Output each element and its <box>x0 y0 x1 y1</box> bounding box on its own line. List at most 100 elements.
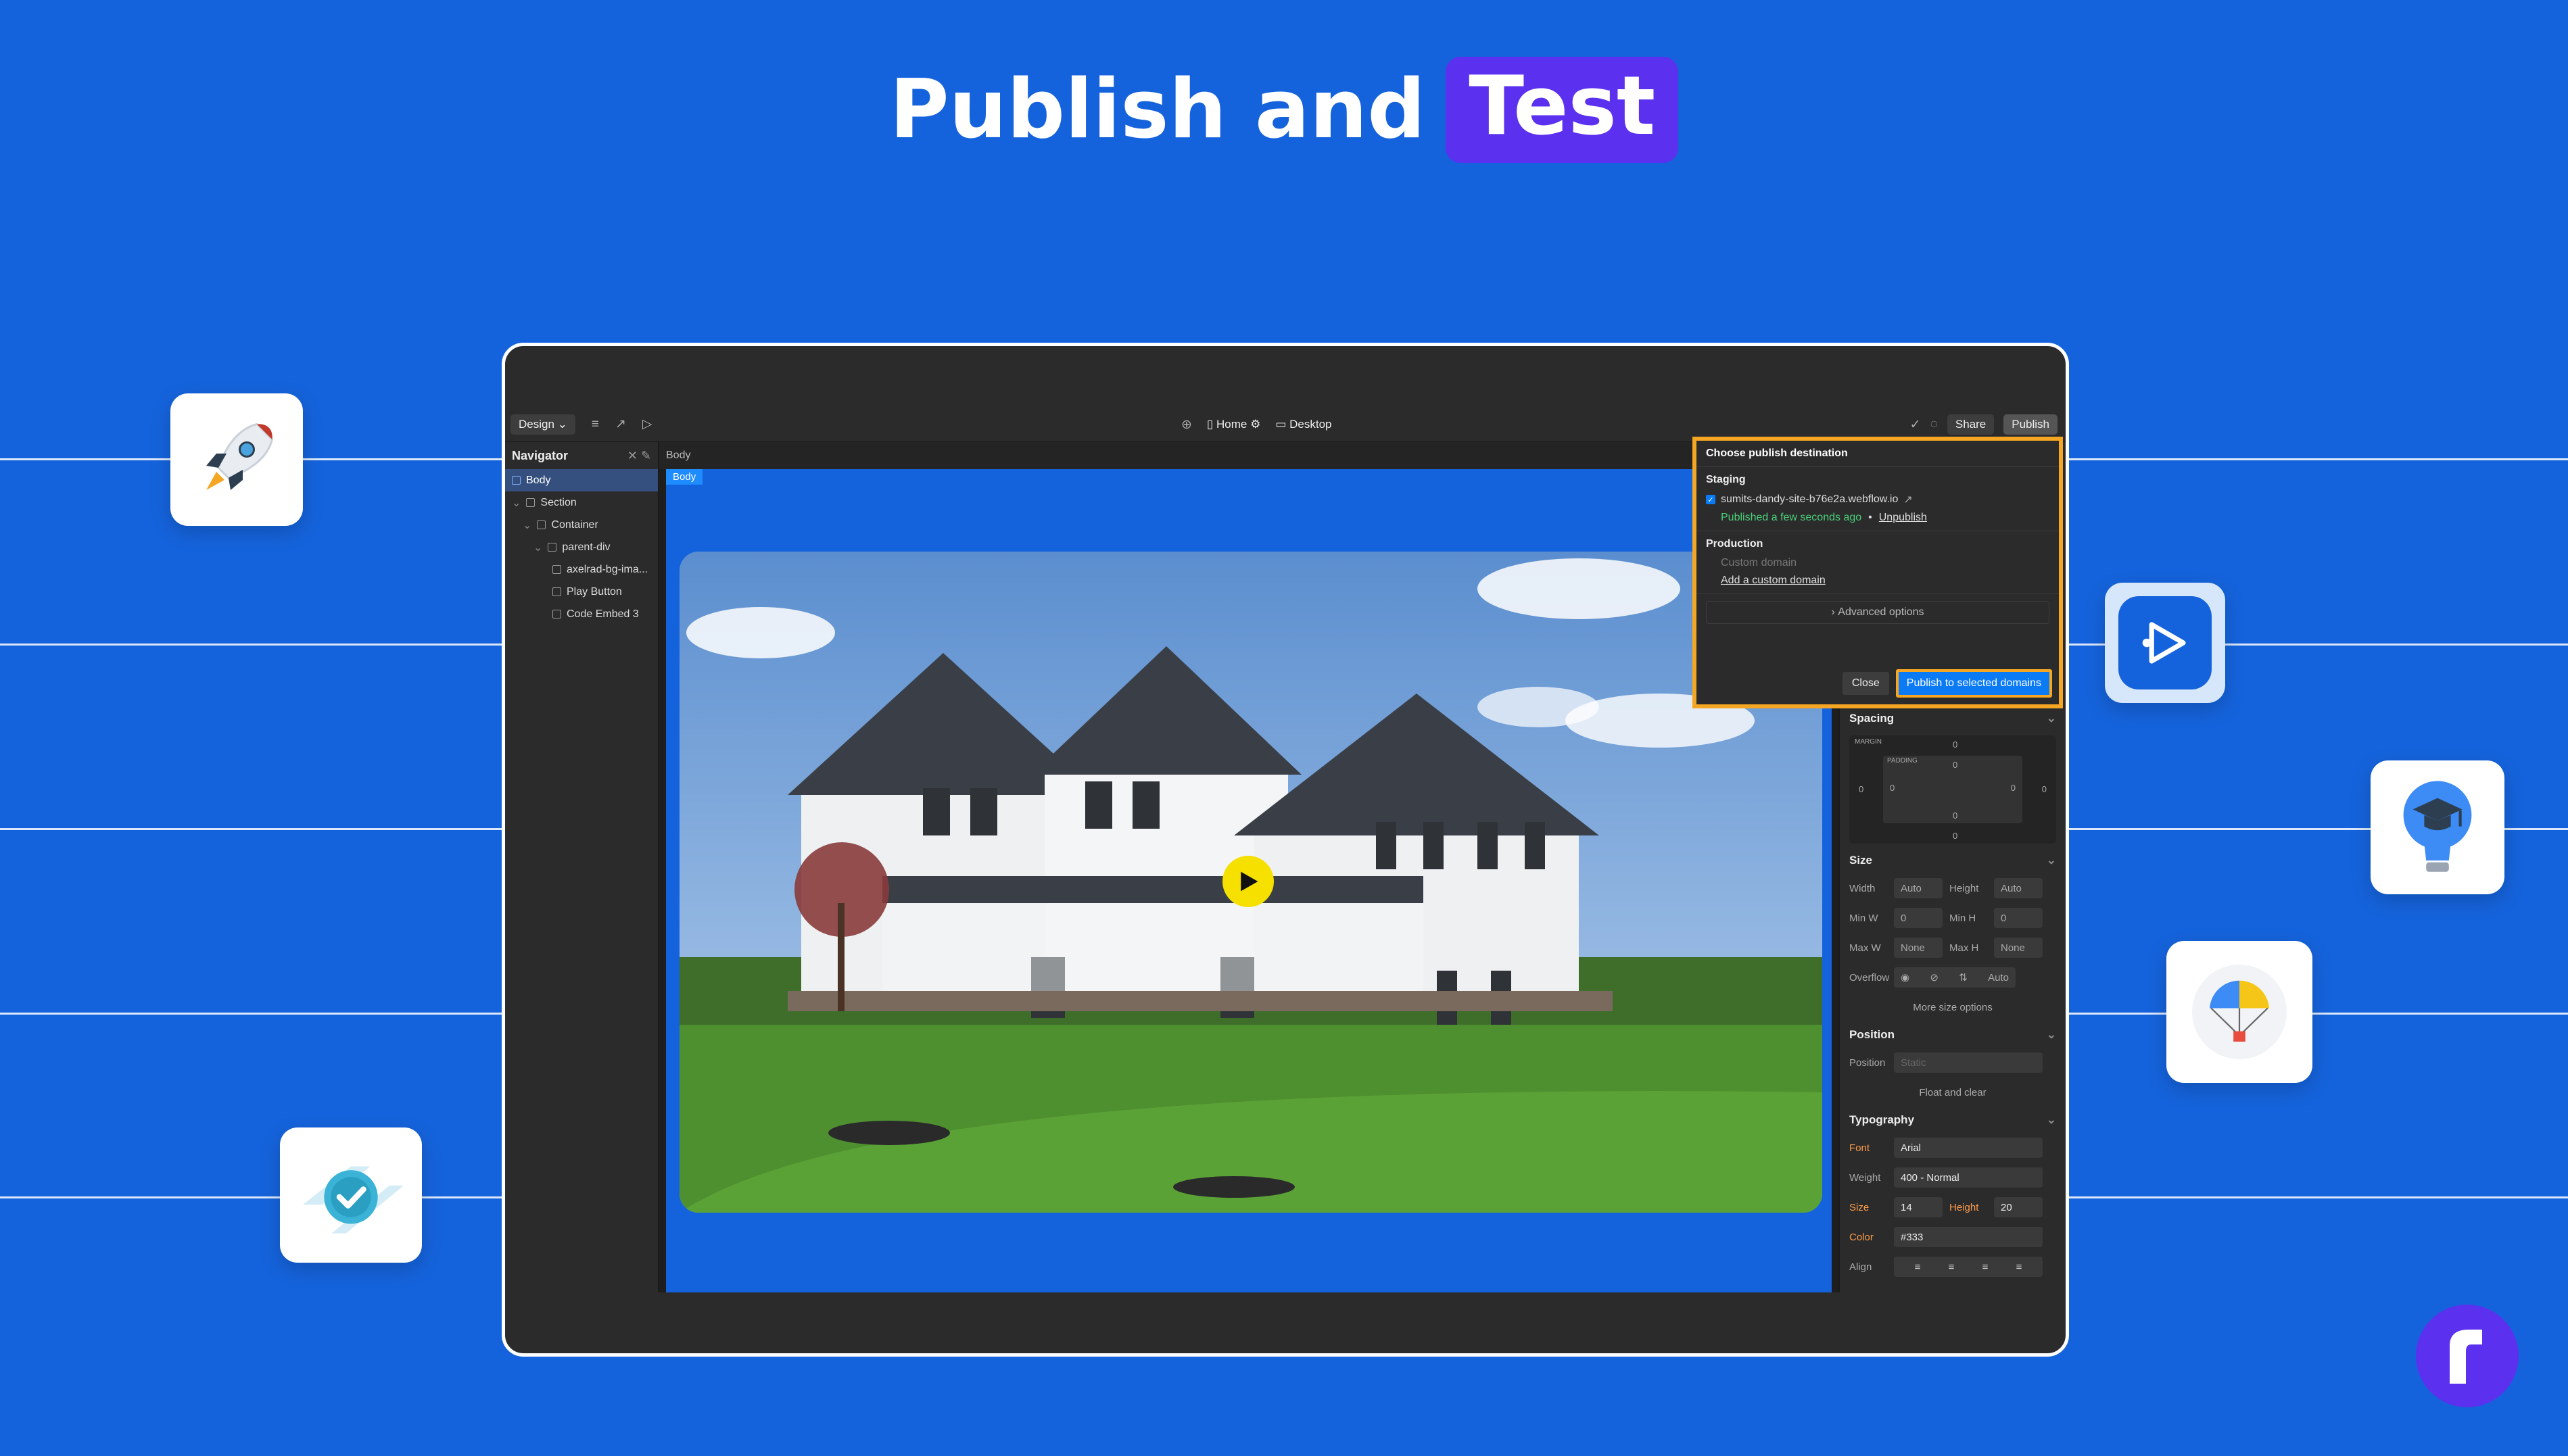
nav-item-parent-div[interactable]: ⌄ parent-div <box>505 536 658 558</box>
position-select[interactable]: Static <box>1894 1052 2043 1073</box>
size-lineheight-row: Size 14 Height 20 <box>1840 1192 2066 1222</box>
hero-house-image[interactable] <box>680 552 1822 1213</box>
spacing-title: Spacing <box>1849 712 1895 725</box>
publish-button[interactable]: Publish <box>2003 414 2058 435</box>
position-title: Position <box>1849 1028 1895 1041</box>
width-input[interactable]: Auto <box>1894 878 1943 898</box>
margin-bottom-value[interactable]: 0 <box>1953 831 1957 841</box>
decor-line <box>0 1013 502 1015</box>
popover-actions: Close Publish to selected domains <box>1842 669 2052 698</box>
external-link-icon[interactable]: ↗ <box>1903 493 1912 506</box>
min-w-input[interactable]: 0 <box>1894 908 1943 928</box>
height-input[interactable]: Auto <box>1994 878 2043 898</box>
nav-item-play-button[interactable]: Play Button <box>505 581 658 603</box>
margin-right-value[interactable]: 0 <box>2042 784 2047 794</box>
chevron-down-icon[interactable]: ⌄ <box>512 496 521 510</box>
padding-top-value[interactable]: 0 <box>1953 760 1957 770</box>
chevron-down-icon[interactable]: ⌄ <box>523 518 531 532</box>
popover-title: Choose publish destination <box>1696 441 2059 467</box>
breadcrumb-body[interactable]: Body <box>666 450 690 462</box>
line-height-input[interactable]: 20 <box>1994 1197 2043 1217</box>
typography-section-title[interactable]: Typography ⌄ <box>1840 1107 2066 1133</box>
width-height-row: Width Auto Height Auto <box>1840 873 2066 903</box>
add-domain-link[interactable]: Add a custom domain <box>1721 575 2049 587</box>
max-h-input[interactable]: None <box>1994 938 2043 958</box>
advanced-label: Advanced options <box>1838 606 1924 618</box>
weight-select[interactable]: 400 - Normal <box>1894 1167 2043 1188</box>
font-size-input[interactable]: 14 <box>1894 1197 1943 1217</box>
scroll-icon[interactable]: ⇅ <box>1959 971 1968 984</box>
globe-icon[interactable]: ⊕ <box>1181 417 1192 433</box>
align-justify-icon[interactable]: ≡ <box>2016 1261 2022 1273</box>
unpublish-link[interactable]: Unpublish <box>1879 512 1927 524</box>
navigator-actions[interactable]: ✕ ✎ <box>627 449 651 463</box>
publish-to-domains-button[interactable]: Publish to selected domains <box>1895 669 2052 698</box>
decor-line <box>2069 458 2568 460</box>
font-size-label: Size <box>1849 1201 1870 1213</box>
rocket-icon <box>206 422 274 490</box>
min-h-input[interactable]: 0 <box>1994 908 2043 928</box>
page-canvas[interactable]: Body <box>666 469 1832 1292</box>
spacing-section-title[interactable]: Spacing ⌄ <box>1840 706 2066 731</box>
share-button[interactable]: Share <box>1947 414 1995 435</box>
more-size-options[interactable]: More size options <box>1840 992 2066 1022</box>
max-w-input[interactable]: None <box>1894 938 1943 958</box>
align-toggle[interactable]: ≡ ≡ ≡ ≡ <box>1894 1257 2043 1277</box>
nav-item-code-embed[interactable]: Code Embed 3 <box>505 603 658 625</box>
preview-play-icon[interactable]: ▷ <box>642 416 652 432</box>
padding-bottom-value[interactable]: 0 <box>1953 810 1957 821</box>
position-section-title[interactable]: Position ⌄ <box>1840 1022 2066 1048</box>
margin-left-value[interactable]: 0 <box>1859 784 1863 794</box>
box-icon <box>512 476 521 485</box>
nav-item-container[interactable]: ⌄ Container <box>505 514 658 536</box>
overflow-auto[interactable]: Auto <box>1988 972 2009 984</box>
overflow-toggle[interactable]: ◉ ⊘ ⇅ Auto <box>1894 967 2016 988</box>
height-label: Height <box>1949 882 1979 894</box>
align-center-icon[interactable]: ≡ <box>1949 1261 1955 1273</box>
nav-item-label: parent-div <box>562 541 611 553</box>
chevron-down-icon[interactable]: ⌄ <box>533 541 542 554</box>
width-label: Width <box>1849 882 1876 894</box>
design-mode-button[interactable]: Design ⌄ <box>510 414 575 435</box>
margin-top-value[interactable]: 0 <box>1953 739 1957 750</box>
hidden-icon[interactable]: ⊘ <box>1930 971 1939 984</box>
padding-right-value[interactable]: 0 <box>2011 783 2016 793</box>
check-icon[interactable]: ✓ <box>1910 417 1921 433</box>
float-clear-button[interactable]: Float and clear <box>1840 1077 2066 1107</box>
align-right-icon[interactable]: ≡ <box>1982 1261 1989 1273</box>
production-label: Production <box>1706 538 1763 550</box>
play-button-icon[interactable] <box>1222 856 1274 907</box>
padding-left-value[interactable]: 0 <box>1890 783 1895 793</box>
production-section: Production Custom domain Add a custom do… <box>1696 531 2059 594</box>
min-size-row: Min W 0 Min H 0 <box>1840 903 2066 933</box>
page-dropdown[interactable]: ▯ Home ⚙ <box>1207 418 1260 431</box>
nav-item-section[interactable]: ⌄ Section <box>505 491 658 514</box>
image-icon <box>552 565 561 574</box>
size-section-title[interactable]: Size ⌄ <box>1840 848 2066 873</box>
font-select[interactable]: Arial <box>1894 1138 2043 1158</box>
nav-item-label: Section <box>540 496 577 508</box>
nav-item-image[interactable]: axelrad-bg-ima... <box>505 558 658 581</box>
advanced-options-button[interactable]: › Advanced options <box>1706 601 2049 624</box>
min-h-label: Min H <box>1949 912 1976 924</box>
padding-box[interactable]: PADDING 0 0 0 0 <box>1883 756 2022 823</box>
navigator-title: Navigator <box>512 448 569 462</box>
staging-checkbox[interactable]: ✓ <box>1706 495 1715 504</box>
font-row: Font Arial <box>1840 1133 2066 1163</box>
align-left-icon[interactable]: ≡ <box>1915 1261 1921 1273</box>
cms-icon[interactable]: ≡ <box>592 417 599 432</box>
more-size-options-label: More size options <box>1913 1001 1993 1013</box>
spacing-box[interactable]: MARGIN 0 0 0 0 PADDING 0 0 0 0 <box>1849 735 2056 844</box>
decor-line <box>0 644 502 646</box>
headline-highlight: Test <box>1446 57 1679 163</box>
comment-icon[interactable]: ◌ <box>1930 417 1938 432</box>
eye-icon[interactable]: ◉ <box>1901 971 1909 984</box>
custom-domain-label: Custom domain <box>1721 557 1797 568</box>
nav-item-body[interactable]: Body <box>505 469 658 491</box>
staging-domain: sumits-dandy-site-b76e2a.webflow.io <box>1721 493 1899 505</box>
close-button[interactable]: Close <box>1842 672 1889 695</box>
analytics-icon[interactable]: ↗ <box>615 416 626 432</box>
device-dropdown[interactable]: ▭ Desktop <box>1275 418 1331 431</box>
max-h-label: Max H <box>1949 942 1979 954</box>
color-input[interactable]: #333 <box>1894 1227 2043 1247</box>
